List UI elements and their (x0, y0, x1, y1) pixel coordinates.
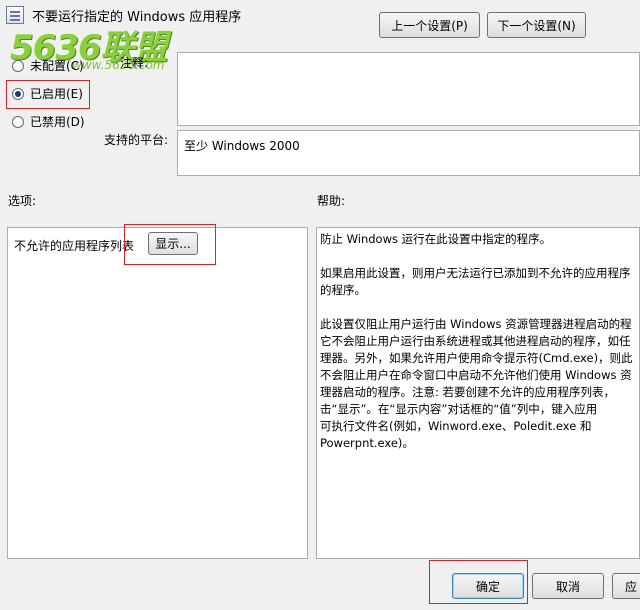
help-text: 防止 Windows 运行在此设置中指定的程序。 如果启用此设置，则用户无法运行… (320, 231, 639, 452)
platform-field: 至少 Windows 2000 (177, 130, 640, 176)
help-line: 的程序。 (320, 283, 366, 297)
help-spacer (320, 299, 639, 316)
options-panel: 不允许的应用程序列表 (7, 227, 308, 559)
watermark-url: www.5636.com (72, 58, 165, 72)
radio-label: 未配置(C) (30, 59, 84, 73)
help-line: 如果启用此设置，则用户无法运行已添加到不允许的应用程序 (320, 266, 631, 280)
platform-label: 支持的平台: (104, 133, 169, 147)
platform-value: 至少 Windows 2000 (184, 139, 300, 153)
highlight-box-show (124, 224, 216, 265)
radio-icon (12, 59, 24, 72)
previous-setting-button[interactable]: 上一个设置(P) (379, 12, 480, 38)
help-line: 不会阻止用户在命令窗口中启动不允许他们使用 Windows 资 (320, 368, 632, 382)
help-line: 防止 Windows 运行在此设置中指定的程序。 (320, 232, 552, 246)
help-section-label: 帮助: (317, 194, 346, 208)
help-spacer (320, 248, 639, 265)
help-line: Powerpnt.exe)。 (320, 436, 414, 450)
highlight-box-ok (429, 560, 528, 604)
help-line: 击“显示”。在“显示内容”对话框的“值”列中，键入应用 (320, 402, 598, 416)
comment-textarea[interactable] (177, 52, 640, 126)
radio-label: 已禁用(D) (30, 115, 85, 129)
help-line: 可执行文件名(例如，Winword.exe、Poledit.exe 和 (320, 419, 592, 433)
help-line: 理器启动的程序。注意: 若要创建不允许的应用程序列表， (320, 385, 616, 399)
help-line: 理器。另外，如果允许用户使用命令提示符(Cmd.exe)，则此 (320, 351, 633, 365)
radio-disabled[interactable]: 已禁用(D) (12, 113, 85, 130)
next-setting-button[interactable]: 下一个设置(N) (487, 12, 586, 38)
radio-icon (12, 115, 24, 128)
apply-button[interactable]: 应 (612, 573, 640, 599)
comment-label: 注释: (120, 56, 149, 70)
help-line: 它不会阻止用户运行由系统进程或其他进程启动的程序，如任 (320, 334, 631, 348)
radio-not-configured[interactable]: 未配置(C) (12, 57, 84, 74)
cancel-button[interactable]: 取消 (532, 573, 604, 599)
highlight-box-enabled (6, 80, 90, 109)
options-section-label: 选项: (8, 194, 37, 208)
disallowed-apps-label: 不允许的应用程序列表 (14, 239, 135, 253)
help-panel[interactable]: 防止 Windows 运行在此设置中指定的程序。 如果启用此设置，则用户无法运行… (316, 227, 640, 559)
help-line: 此设置仅阻止用户运行由 Windows 资源管理器进程启动的程 (320, 317, 632, 331)
